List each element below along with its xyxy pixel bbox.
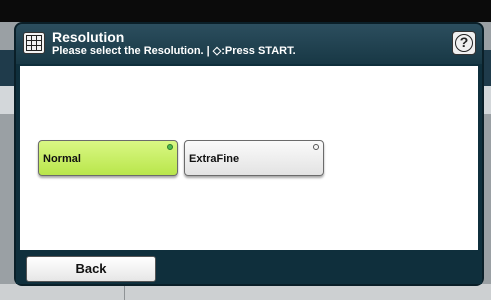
background-bottom xyxy=(0,284,491,300)
selected-indicator-icon xyxy=(167,144,173,150)
grid-icon xyxy=(23,32,45,54)
resolution-dialog: Resolution Please select the Resolution.… xyxy=(14,22,484,286)
help-button[interactable]: ? xyxy=(452,31,476,55)
normal-option-button[interactable]: Normal xyxy=(38,140,178,176)
option-label: ExtraFine xyxy=(189,153,240,165)
background-divider xyxy=(124,284,125,300)
dialog-header: Resolution Please select the Resolution.… xyxy=(16,24,482,64)
back-button[interactable]: Back xyxy=(26,256,156,282)
extrafine-option-button[interactable]: ExtraFine xyxy=(184,140,324,176)
unselected-indicator-icon xyxy=(313,144,319,150)
dialog-footer: Back xyxy=(16,252,482,284)
options-panel: Normal ExtraFine xyxy=(20,66,478,250)
dialog-title: Resolution xyxy=(52,29,125,45)
dialog-subtitle: Please select the Resolution. | ◇:Press … xyxy=(52,45,296,57)
top-bar xyxy=(0,0,491,22)
option-label: Normal xyxy=(43,153,81,165)
question-icon: ? xyxy=(455,34,473,52)
